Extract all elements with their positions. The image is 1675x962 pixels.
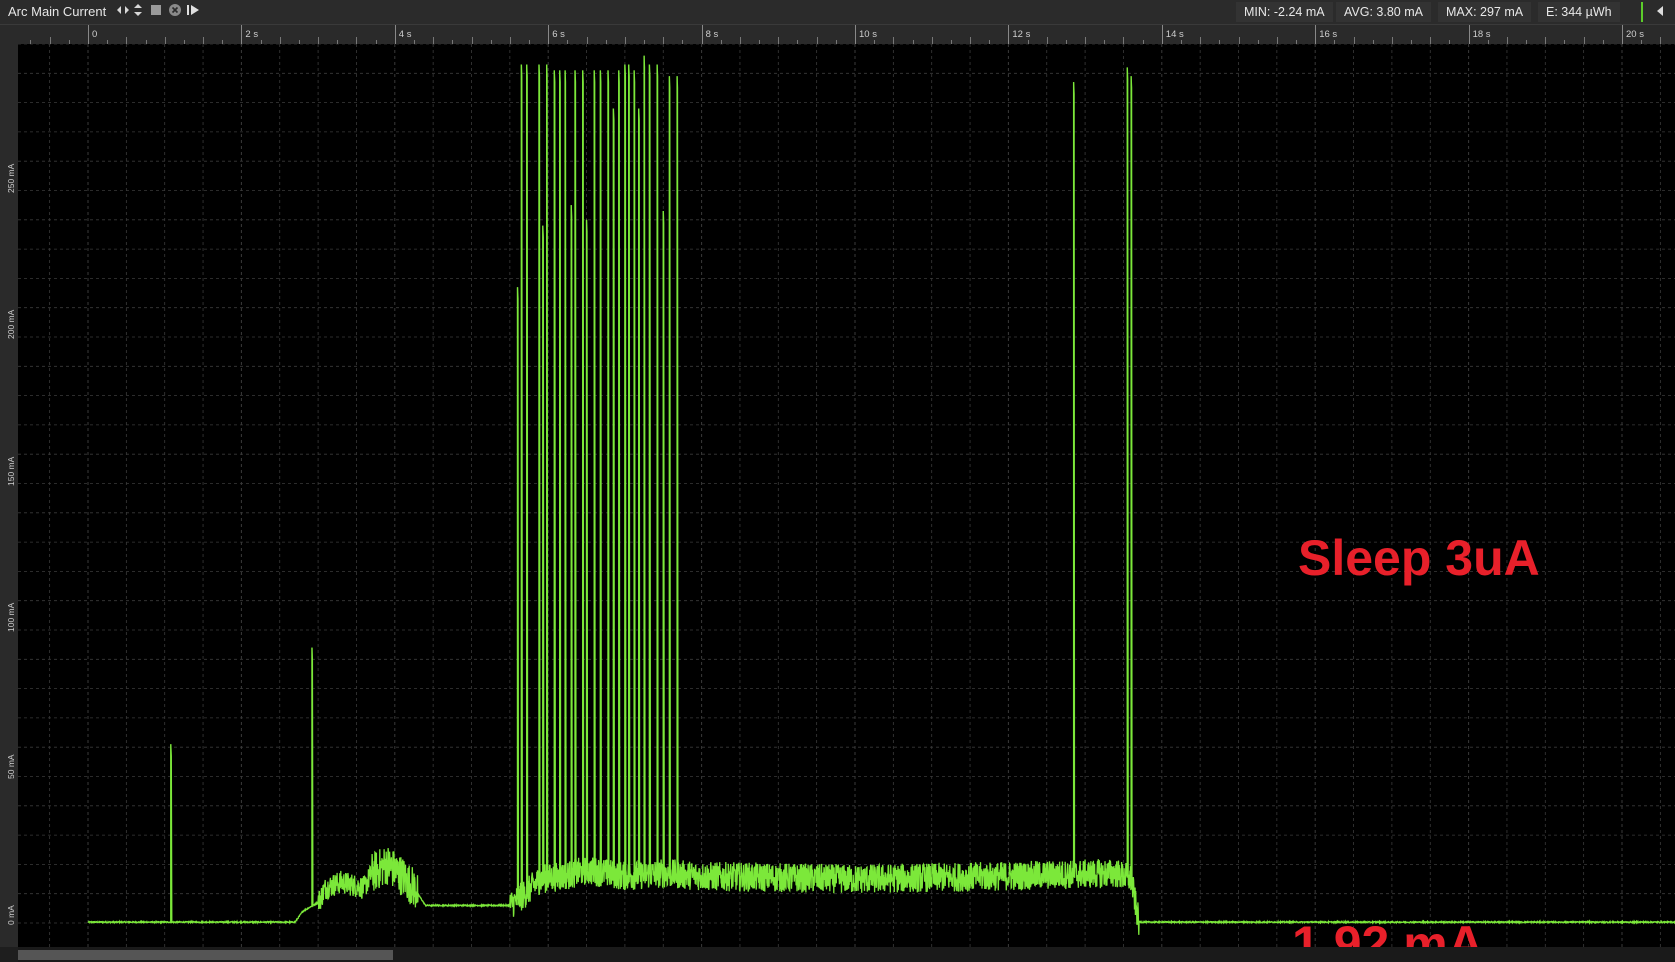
x-tick-mark [1315, 25, 1317, 44]
x-minor-tick [586, 37, 588, 44]
x-tick-label: 8 s [705, 29, 719, 40]
x-tick-mark [88, 25, 89, 44]
stat-avg: AVG: 3.80 mA [1336, 2, 1431, 22]
x-minor-tick [1583, 37, 1585, 44]
x-minor-tick [931, 37, 933, 44]
x-tick-label: 10 s [859, 29, 877, 40]
x-minor-tick [778, 37, 780, 44]
x-minor-tick [279, 37, 281, 44]
x-minor-tick [356, 37, 358, 44]
x-tick-label: 20 s [1626, 29, 1644, 40]
x-minor-tick [624, 37, 626, 44]
x-tick-mark [855, 25, 856, 44]
clear-icon[interactable] [168, 3, 182, 20]
sleep-annotation: Sleep 3uA [1298, 530, 1540, 586]
x-minor-tick [1276, 37, 1278, 44]
channel-color-bar [1641, 2, 1643, 22]
x-minor-tick [1046, 37, 1048, 44]
x-tick-mark [701, 25, 703, 44]
x-minor-tick [663, 37, 665, 44]
x-minor-tick [471, 37, 473, 44]
x-minor-tick [1430, 37, 1432, 44]
toolbar: Arc Main Current MIN: -2.24 mA AVG: 3.80… [0, 0, 1675, 25]
x-minor-tick [893, 37, 895, 44]
x-tick-label: 2 s [245, 29, 259, 40]
collapse-left-icon[interactable] [1655, 4, 1665, 21]
x-tick-mark [1008, 25, 1010, 44]
x-minor-tick [203, 37, 205, 44]
x-tick-label: 0 [92, 29, 98, 40]
x-minor-tick [970, 37, 972, 44]
x-tick-mark [548, 25, 550, 44]
y-tick-label: 50 mA [6, 753, 16, 779]
stat-min: MIN: -2.24 mA [1236, 2, 1333, 22]
x-minor-tick [1085, 37, 1087, 44]
current-trace-line [87, 55, 1675, 935]
x-minor-tick [1238, 37, 1240, 44]
y-tick-label: 250 mA [6, 163, 16, 193]
stat-energy: E: 344 µWh [1538, 2, 1620, 22]
x-minor-tick [816, 37, 818, 44]
x-tick-label: 18 s [1472, 29, 1491, 40]
x-minor-tick [1660, 37, 1662, 44]
x-minor-tick [126, 37, 128, 44]
stop-icon[interactable] [150, 3, 162, 20]
current-chart[interactable]: Sleep 3uA 1.92 mA [18, 44, 1675, 947]
x-tick-label: 16 s [1319, 29, 1338, 40]
y-tick-label: 100 mA [6, 602, 16, 632]
x-minor-tick [433, 37, 435, 44]
pan-vertical-icon[interactable] [132, 3, 144, 20]
grid [18, 44, 1675, 947]
x-tick-label: 6 s [552, 29, 565, 40]
x-minor-tick [1506, 37, 1508, 44]
x-minor-tick [164, 37, 166, 44]
x-minor-tick [739, 37, 741, 44]
channel-title: Arc Main Current [8, 4, 107, 19]
current-annotation: 1.92 mA [1292, 916, 1484, 947]
x-axis: 0 2 s 4 s 6 s 8 s 10 s 12 s 14 s 16 s 18 s 20 s [0, 25, 1675, 44]
plot-area[interactable]: Sleep 3uA 1.92 mA [18, 44, 1675, 947]
x-tick-mark [1622, 25, 1623, 44]
x-minor-tick [1123, 37, 1125, 44]
y-axis: 0 mA 50 mA 100 mA 150 mA 200 mA 250 mA [0, 44, 18, 947]
x-tick-label: 4 s [398, 29, 412, 40]
x-minor-tick [509, 37, 511, 44]
stat-max: MAX: 297 mA [1438, 2, 1532, 22]
x-tick-mark [1468, 25, 1470, 44]
play-step-icon[interactable] [186, 3, 200, 20]
current-trace [87, 55, 1675, 935]
x-minor-tick [49, 37, 51, 44]
y-tick-label: 150 mA [6, 456, 16, 486]
scrollbar-thumb[interactable] [18, 950, 393, 960]
x-minor-tick [1353, 37, 1355, 44]
toolbar-right-edge [1635, 0, 1675, 24]
x-minor-tick [318, 37, 320, 44]
x-tick-mark [394, 25, 396, 44]
x-minor-tick [1391, 37, 1393, 44]
y-tick-label: 200 mA [6, 309, 16, 339]
x-tick-mark [1161, 25, 1163, 44]
x-minor-tick [1545, 37, 1547, 44]
x-tick-label: 12 s [1012, 29, 1031, 40]
pan-horizontal-icon[interactable] [116, 3, 130, 20]
x-tick-label: 14 s [1165, 29, 1184, 40]
x-tick-mark [241, 25, 243, 44]
x-minor-tick [1200, 37, 1202, 44]
y-tick-label: 0 mA [6, 905, 16, 925]
